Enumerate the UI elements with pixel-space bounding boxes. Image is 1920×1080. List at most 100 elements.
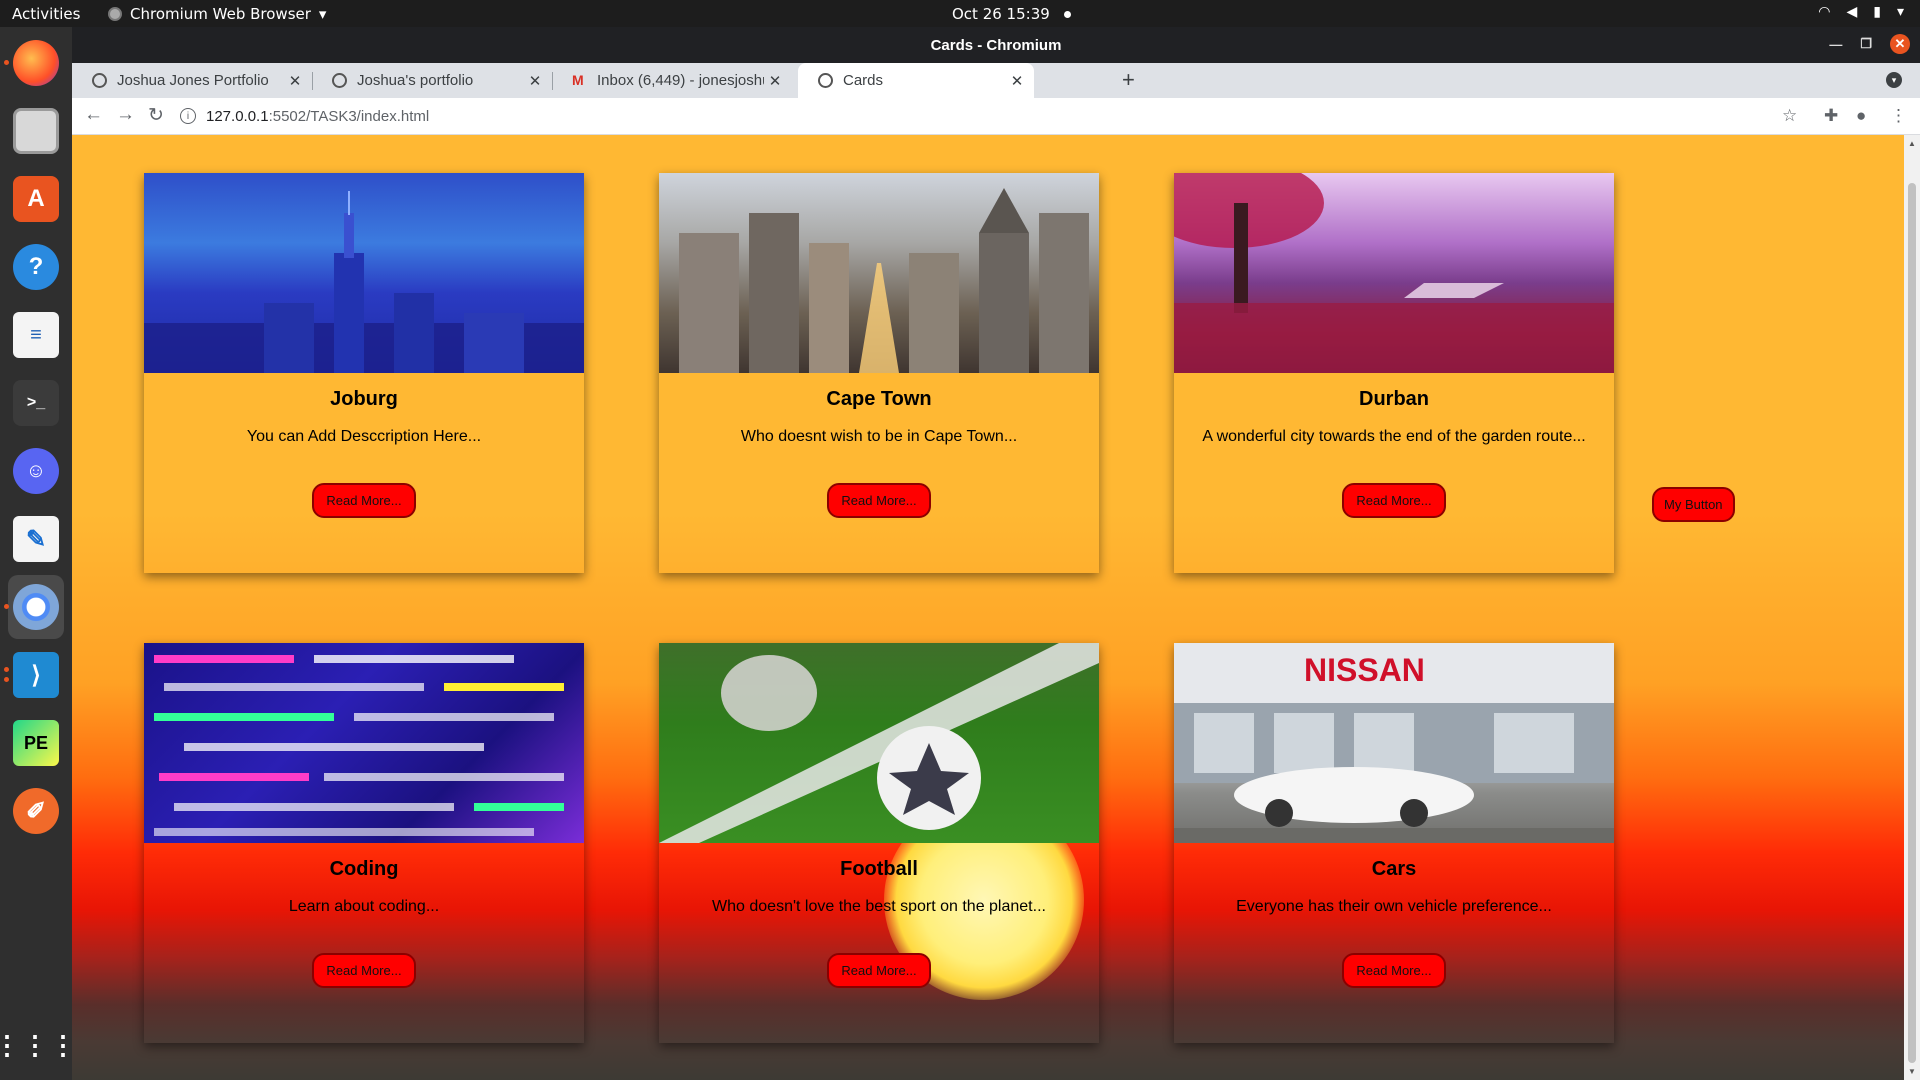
card-title: Cape Town (826, 388, 932, 410)
tab-joshua-jones-portfolio[interactable]: Joshua Jones Portfolio ✕ (72, 63, 312, 98)
scroll-down-icon[interactable]: ▼ (1908, 1067, 1916, 1076)
card-joburg: Joburg You can Add Desccription Here... … (144, 173, 584, 573)
card-image-joburg (144, 173, 584, 373)
running-indicator (4, 667, 9, 672)
tab-joshuas-portfolio[interactable]: Joshua's portfolio ✕ (312, 63, 552, 98)
tab-label: Inbox (6,449) - jonesjoshu (597, 72, 764, 89)
dealership-illustration: NISSAN (1174, 643, 1614, 843)
clock-label: Oct 26 15:39 (952, 5, 1050, 23)
card-title: Joburg (330, 388, 398, 410)
tab-cards[interactable]: Cards ✕ (798, 63, 1034, 98)
card-image-cars: NISSAN (1174, 643, 1614, 843)
app-menu[interactable]: Chromium Web Browser ▾ (108, 5, 326, 23)
my-button[interactable]: My Button (1652, 487, 1735, 522)
terminal-icon: >_ (13, 380, 59, 426)
read-more-button[interactable]: Read More... (827, 483, 931, 518)
card-football: Football Who doesn't love the best sport… (659, 643, 1099, 1043)
dock-discord[interactable]: ☺ (8, 443, 64, 499)
read-more-button[interactable]: Read More... (827, 953, 931, 988)
scrollbar-thumb[interactable] (1908, 183, 1916, 1063)
discord-icon: ☺ (13, 448, 59, 494)
dock-pycharm[interactable]: PE (8, 715, 64, 771)
card-image-football (659, 643, 1099, 843)
close-window-icon[interactable]: ✕ (1890, 34, 1910, 54)
profile-icon[interactable]: ● (1856, 106, 1866, 126)
help-icon: ? (13, 244, 59, 290)
activities-button[interactable]: Activities (12, 5, 80, 23)
reload-icon[interactable]: ↻ (148, 104, 164, 127)
dock-software[interactable]: A (8, 171, 64, 227)
tab-search-icon[interactable]: ▾ (1886, 72, 1902, 88)
battery-icon: ▮ (1873, 4, 1881, 20)
dock: A ? ≡ >_ ☺ ✎ ⟩ PE ✐ ⋮⋮⋮ (0, 27, 78, 1080)
close-icon[interactable]: ✕ (524, 72, 546, 90)
globe-icon (818, 73, 833, 88)
window-titlebar[interactable]: Cards - Chromium — ❐ ✕ (72, 27, 1920, 63)
wifi-icon: ◠ (1818, 4, 1831, 20)
maximize-icon[interactable]: ❐ (1860, 36, 1872, 52)
minimize-icon[interactable]: — (1829, 37, 1842, 52)
running-indicator (4, 604, 9, 609)
city-street-illustration (679, 188, 1089, 373)
card-image-cape-town (659, 173, 1099, 373)
system-tray[interactable]: ◠ ◀ ▮ ▾ (1818, 4, 1904, 20)
address-bar[interactable]: i 127.0.0.1:5502/TASK3/index.html (180, 101, 1870, 131)
tab-label: Joshua's portfolio (357, 72, 474, 89)
football-illustration (659, 643, 1099, 843)
tab-label: Cards (843, 72, 884, 89)
show-apps-button[interactable]: ⋮⋮⋮ (0, 1017, 78, 1073)
card-coding: Coding Learn about coding... Read More..… (144, 643, 584, 1043)
card-description: Who doesnt wish to be in Cape Town... (740, 428, 1018, 445)
window-title: Cards - Chromium (930, 37, 1062, 54)
bookmark-star-icon[interactable]: ☆ (1782, 106, 1797, 126)
read-more-button[interactable]: Read More... (1342, 483, 1446, 518)
vscode-icon: ⟩ (13, 652, 59, 698)
tab-gmail-inbox[interactable]: M Inbox (6,449) - jonesjoshu ✕ (552, 63, 792, 98)
read-more-button[interactable]: Read More... (1342, 953, 1446, 988)
page-viewport: Joburg You can Add Desccription Here... … (72, 135, 1904, 1080)
new-tab-button[interactable]: + (1122, 67, 1135, 93)
browser-toolbar: ← → ↻ i 127.0.0.1:5502/TASK3/index.html … (72, 98, 1920, 135)
scroll-up-icon[interactable]: ▲ (1908, 139, 1916, 148)
extensions-icon[interactable]: ✚ (1824, 106, 1838, 126)
tab-strip: Joshua Jones Portfolio ✕ Joshua's portfo… (72, 63, 1920, 98)
apps-grid-icon: ⋮⋮⋮ (0, 1029, 78, 1060)
card-description: Everyone has their own vehicle preferenc… (1236, 898, 1552, 915)
card-image-durban (1174, 173, 1614, 373)
clock[interactable]: Oct 26 15:39 (952, 5, 1071, 23)
card-description: Who doesn't love the best sport on the p… (712, 898, 1046, 915)
dock-text-editor[interactable]: ✎ (8, 511, 64, 567)
close-icon[interactable]: ✕ (1006, 72, 1028, 90)
url-path: :5502/TASK3/index.html (268, 107, 430, 125)
window-controls: — ❐ ✕ (1829, 34, 1910, 54)
running-indicator (4, 677, 9, 682)
url-host: 127.0.0.1 (206, 107, 269, 125)
dock-vscode[interactable]: ⟩ (8, 647, 64, 703)
read-more-button[interactable]: Read More... (312, 483, 416, 518)
card-description: A wonderful city towards the end of the … (1202, 428, 1586, 445)
forward-icon[interactable]: → (116, 104, 135, 126)
dock-inkscape[interactable]: ✐ (8, 783, 64, 839)
close-icon[interactable]: ✕ (284, 72, 306, 90)
menu-kebab-icon[interactable]: ⋮ (1890, 106, 1907, 126)
globe-icon (92, 73, 107, 88)
back-icon[interactable]: ← (84, 104, 103, 126)
page-scrollbar[interactable]: ▲ ▼ (1904, 135, 1920, 1080)
writer-icon: ≡ (13, 312, 59, 358)
dock-firefox[interactable] (8, 35, 64, 91)
card-image-coding (144, 643, 584, 843)
software-center-icon: A (13, 176, 59, 222)
system-top-bar: Activities Chromium Web Browser ▾ Oct 26… (0, 0, 1920, 27)
dock-files[interactable] (8, 103, 64, 159)
dock-writer[interactable]: ≡ (8, 307, 64, 363)
globe-icon (332, 73, 347, 88)
card-cars: NISSAN Cars Everyone has their own vehic… (1174, 643, 1614, 1043)
close-icon[interactable]: ✕ (764, 72, 786, 90)
dock-chromium[interactable] (8, 575, 64, 639)
read-more-button[interactable]: Read More... (312, 953, 416, 988)
dock-help[interactable]: ? (8, 239, 64, 295)
dock-terminal[interactable]: >_ (8, 375, 64, 431)
site-info-icon[interactable]: i (180, 108, 196, 124)
nissan-sign: NISSAN (1304, 652, 1425, 688)
files-icon (13, 108, 59, 154)
